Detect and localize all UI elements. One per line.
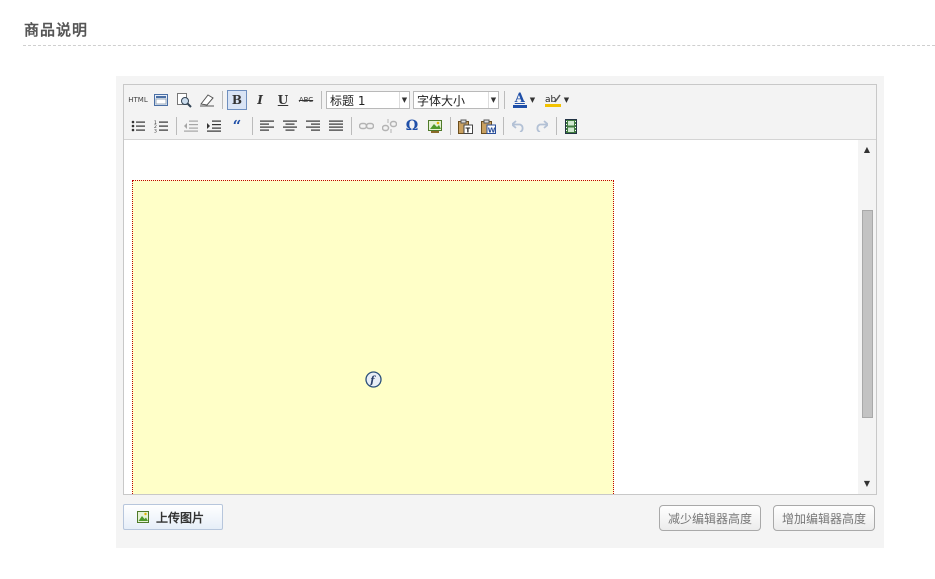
section-title: 商品说明 (24, 21, 89, 39)
undo-icon[interactable] (508, 116, 528, 136)
italic-button[interactable]: I (250, 90, 270, 110)
editor-toolbar: HTML B I U ABC 标题 1 ▼ 字体大小 ▼ A ▼ ab ▼ 1 … (124, 85, 876, 140)
scrollbar-thumb[interactable] (862, 210, 873, 418)
svg-text:T: T (465, 126, 470, 134)
svg-text:W: W (487, 126, 495, 134)
special-char-button[interactable]: Ω (402, 116, 422, 136)
heading-select[interactable]: 标题 1 ▼ (326, 91, 410, 109)
eraser-icon[interactable] (197, 90, 217, 110)
upload-image-label: 上传图片 (156, 510, 205, 525)
bullet-list-icon[interactable] (128, 116, 148, 136)
toolbar-separator (252, 117, 253, 135)
redo-icon[interactable] (531, 116, 551, 136)
toolbar-separator (351, 117, 352, 135)
link-icon[interactable] (356, 116, 376, 136)
section-divider (23, 45, 935, 46)
insert-video-icon[interactable] (561, 116, 581, 136)
toolbar-separator (450, 117, 451, 135)
strikethrough-button[interactable]: ABC (296, 90, 316, 110)
paste-word-icon[interactable]: W (478, 116, 498, 136)
editor-scrollbar[interactable]: ▲ ▼ (858, 140, 876, 494)
indent-icon[interactable] (204, 116, 224, 136)
chevron-down-icon: ▼ (563, 96, 570, 104)
chevron-down-icon: ▼ (488, 92, 498, 108)
align-left-icon[interactable] (257, 116, 277, 136)
toolbar-separator (222, 91, 223, 109)
toolbar-separator (321, 91, 322, 109)
heading-select-value: 标题 1 (330, 93, 366, 108)
toolbar-separator (504, 91, 505, 109)
image-icon (137, 511, 149, 523)
toolbar-row-1: HTML B I U ABC 标题 1 ▼ 字体大小 ▼ A ▼ ab ▼ (128, 88, 575, 112)
paste-text-icon[interactable]: T (455, 116, 475, 136)
scroll-down-arrow-icon[interactable]: ▼ (858, 478, 876, 490)
editor-content-area[interactable]: f (124, 140, 858, 494)
rich-text-editor: HTML B I U ABC 标题 1 ▼ 字体大小 ▼ A ▼ ab ▼ 1 … (123, 84, 877, 495)
flash-icon: f (365, 371, 382, 388)
decrease-editor-height-button[interactable]: 减少编辑器高度 (659, 505, 761, 531)
toolbar-separator (556, 117, 557, 135)
align-justify-icon[interactable] (326, 116, 346, 136)
underline-button[interactable]: U (273, 90, 293, 110)
upload-image-button[interactable]: 上传图片 (123, 504, 223, 530)
scroll-up-arrow-icon[interactable]: ▲ (858, 144, 876, 156)
unlink-icon[interactable] (379, 116, 399, 136)
bold-button[interactable]: B (227, 90, 247, 110)
chevron-down-icon: ▼ (399, 92, 409, 108)
highlighter-icon: ab (544, 94, 561, 107)
toolbar-separator (176, 117, 177, 135)
insert-image-icon[interactable] (425, 116, 445, 136)
fullscreen-icon[interactable] (151, 90, 171, 110)
editor-container: HTML B I U ABC 标题 1 ▼ 字体大小 ▼ A ▼ ab ▼ 1 … (116, 76, 884, 548)
increase-editor-height-button[interactable]: 增加编辑器高度 (773, 505, 875, 531)
svg-text:3: 3 (154, 128, 157, 133)
toolbar-row-2: 123 “ Ω T W (128, 114, 584, 138)
font-size-select[interactable]: 字体大小 ▼ (413, 91, 499, 109)
font-color-button[interactable]: A ▼ (509, 90, 539, 110)
flash-embed-placeholder[interactable]: f (132, 180, 614, 494)
html-source-button[interactable]: HTML (128, 90, 148, 110)
blockquote-button[interactable]: “ (227, 116, 247, 136)
preview-icon[interactable] (174, 90, 194, 110)
svg-text:ab: ab (545, 95, 557, 105)
align-center-icon[interactable] (280, 116, 300, 136)
font-size-select-value: 字体大小 (417, 93, 466, 108)
toolbar-separator (503, 117, 504, 135)
numbered-list-icon[interactable]: 123 (151, 116, 171, 136)
font-color-bar (512, 105, 527, 108)
font-color-letter: A (514, 91, 525, 106)
align-right-icon[interactable] (303, 116, 323, 136)
chevron-down-icon: ▼ (529, 96, 536, 104)
background-color-button[interactable]: ab ▼ (542, 90, 572, 110)
outdent-icon[interactable] (181, 116, 201, 136)
